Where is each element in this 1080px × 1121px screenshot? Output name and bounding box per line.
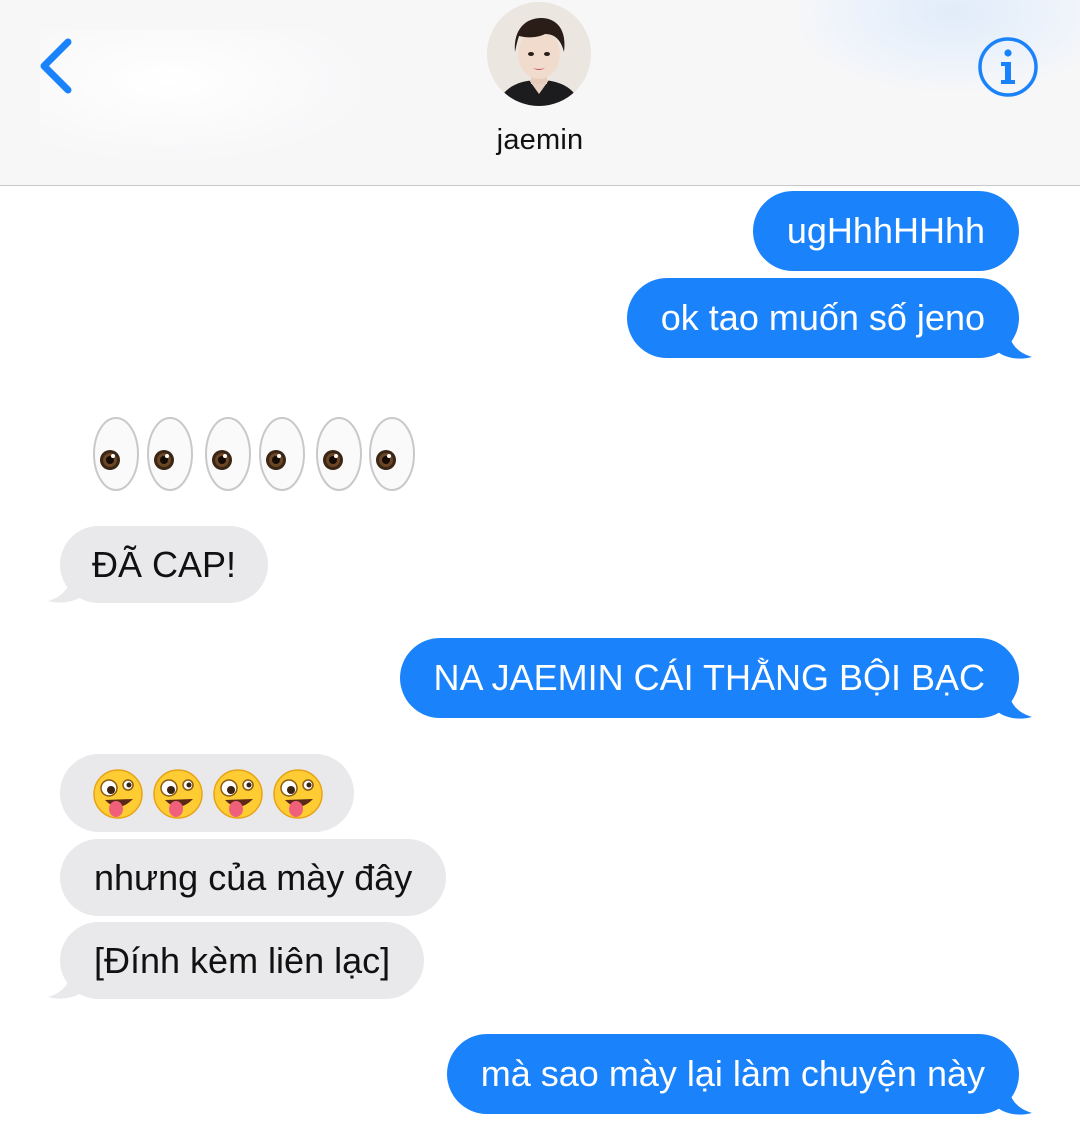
outgoing-message[interactable]: mà sao mày lại làm chuyện này bbox=[446, 1034, 1019, 1114]
incoming-message[interactable]: nhưng của mày đây bbox=[60, 839, 447, 916]
redacted-area bbox=[40, 30, 360, 160]
info-icon bbox=[978, 37, 1038, 97]
outgoing-message[interactable]: ugHhhHHhh bbox=[752, 191, 1019, 271]
contact-photo-icon bbox=[487, 2, 591, 106]
outgoing-message[interactable]: NA JAEMIN CÁI THẰNG BỘI BẠC bbox=[399, 638, 1019, 718]
eyes-emoji-group bbox=[93, 417, 415, 491]
conversation-header: jaemin bbox=[0, 0, 1080, 186]
chevron-left-icon bbox=[40, 38, 72, 94]
back-button[interactable] bbox=[28, 30, 88, 100]
incoming-emoji-message[interactable] bbox=[60, 754, 354, 832]
contact-name[interactable]: jaemin bbox=[440, 124, 640, 157]
incoming-message[interactable]: ĐÃ CAP! bbox=[60, 526, 269, 603]
incoming-message[interactable]: [Đính kèm liên lạc] bbox=[60, 922, 425, 999]
info-button[interactable] bbox=[976, 35, 1040, 99]
outgoing-message[interactable]: ok tao muốn số jeno bbox=[626, 278, 1019, 358]
outgoing-bubble-tail bbox=[998, 330, 1032, 359]
incoming-bubble-tail bbox=[48, 970, 82, 999]
incoming-emoji-message[interactable] bbox=[92, 415, 422, 493]
outgoing-bubble-tail bbox=[998, 690, 1032, 719]
outgoing-bubble-tail bbox=[998, 1086, 1032, 1115]
incoming-bubble-tail bbox=[48, 574, 82, 603]
contact-avatar[interactable] bbox=[487, 2, 591, 106]
zany-face-emoji-group bbox=[93, 769, 323, 819]
